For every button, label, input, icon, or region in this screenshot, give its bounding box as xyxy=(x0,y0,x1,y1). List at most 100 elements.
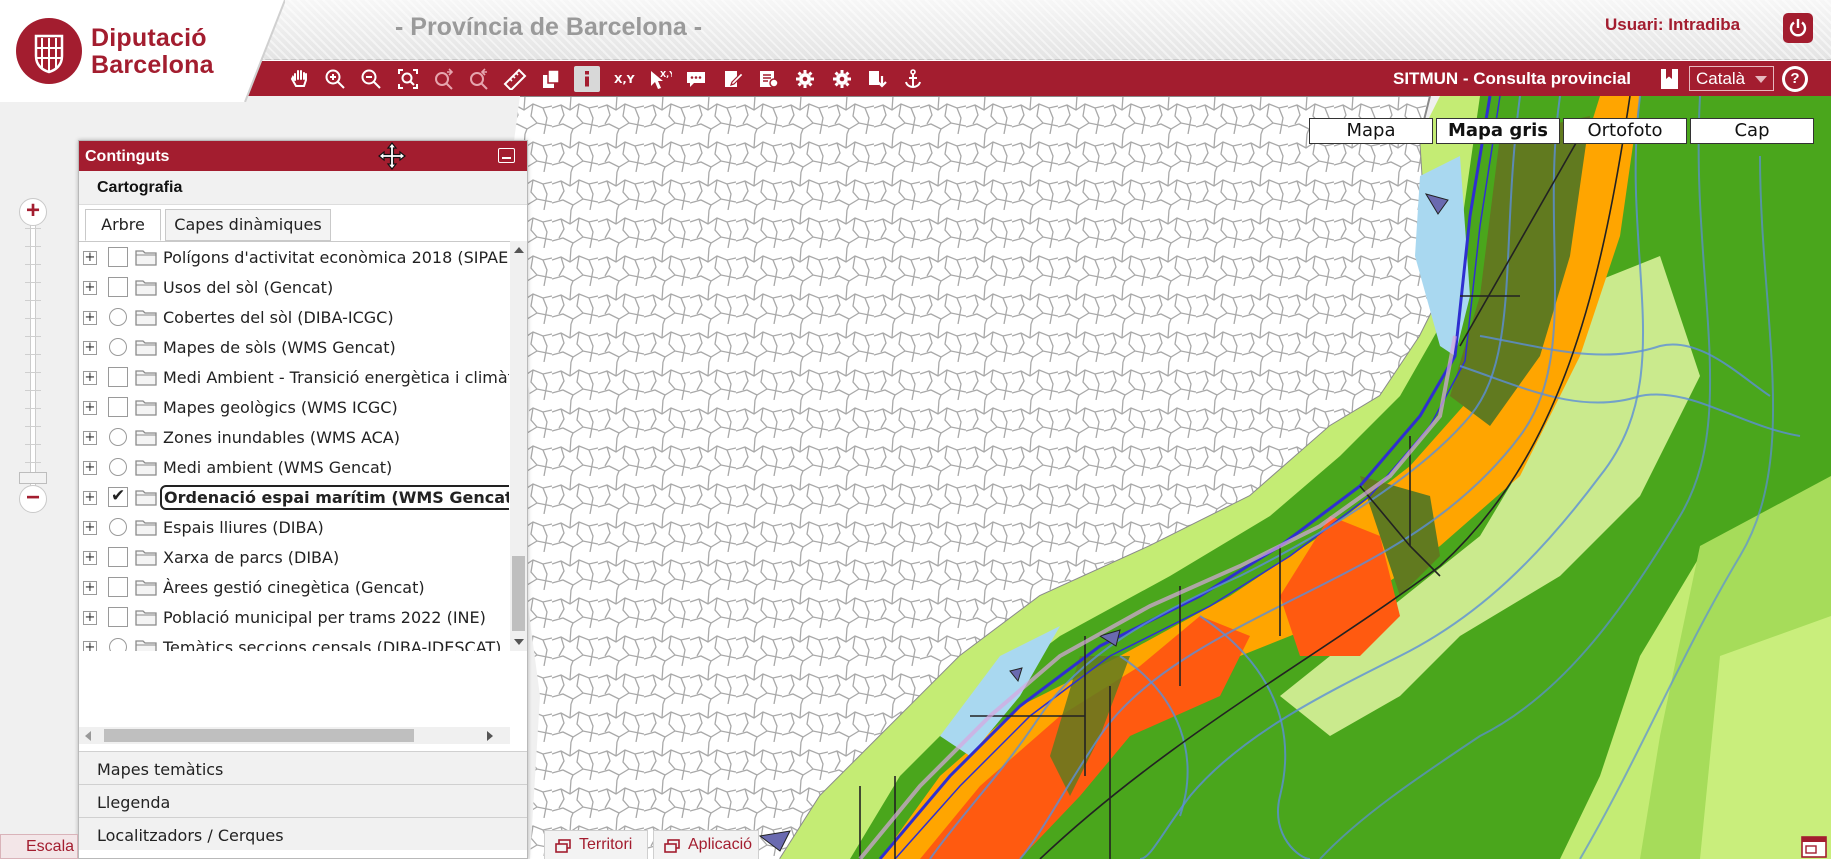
layer-checkbox[interactable] xyxy=(108,247,128,267)
zoom-slider[interactable]: + − xyxy=(19,198,47,513)
zoom-minus-button[interactable]: − xyxy=(19,485,47,513)
measure-button[interactable] xyxy=(502,66,528,92)
layer-radio[interactable] xyxy=(109,518,127,536)
zoom-track[interactable] xyxy=(30,212,36,502)
expand-icon[interactable]: + xyxy=(83,491,97,505)
expand-icon[interactable]: + xyxy=(83,521,97,535)
select-coordinates-button[interactable]: X,Y xyxy=(647,66,673,92)
language-select[interactable]: Català xyxy=(1689,66,1774,91)
tree-row[interactable]: + Espais lliures (DIBA) xyxy=(79,512,509,542)
zoom-out-button[interactable] xyxy=(358,66,384,92)
layer-label[interactable]: Medi Ambient - Transició energètica i cl… xyxy=(163,368,509,387)
move-icon[interactable] xyxy=(377,141,407,171)
settings-button[interactable] xyxy=(829,66,855,92)
layer-checkbox[interactable] xyxy=(108,397,128,417)
layer-label[interactable]: Temàtics seccions censals (DIBA-IDESCAT) xyxy=(163,638,501,651)
tree-row[interactable]: + Mapes de sòls (WMS Gencat) xyxy=(79,332,509,362)
expand-icon[interactable]: + xyxy=(83,311,97,325)
horizontal-scrollbar[interactable] xyxy=(79,727,510,744)
basemap-ortofoto-button[interactable]: Ortofoto xyxy=(1563,118,1687,144)
expand-icon[interactable]: + xyxy=(83,431,97,445)
zoom-previous-button[interactable] xyxy=(431,66,457,92)
layer-radio[interactable] xyxy=(109,338,127,356)
zoom-extent-button[interactable] xyxy=(395,66,421,92)
layer-label[interactable]: Mapes geològics (WMS ICGC) xyxy=(163,398,398,417)
logout-button[interactable] xyxy=(1783,13,1813,43)
expand-icon[interactable]: + xyxy=(83,551,97,565)
bookmark-icon[interactable] xyxy=(1661,69,1678,89)
expand-icon[interactable]: + xyxy=(83,341,97,355)
layer-checkbox[interactable] xyxy=(108,577,128,597)
tree-row[interactable]: + Usos del sòl (Gencat) xyxy=(79,272,509,302)
zoom-next-button[interactable] xyxy=(466,66,492,92)
anchor-button[interactable] xyxy=(900,66,926,92)
coordinates-button[interactable]: X,Y xyxy=(611,66,637,92)
layer-label[interactable]: Espais lliures (DIBA) xyxy=(163,518,324,537)
expand-icon[interactable]: + xyxy=(83,461,97,475)
tree-row[interactable]: + Medi ambient (WMS Gencat) xyxy=(79,452,509,482)
expand-icon[interactable]: + xyxy=(83,251,97,265)
expand-icon[interactable]: + xyxy=(83,281,97,295)
zoom-plus-button[interactable]: + xyxy=(19,198,47,226)
download-button[interactable] xyxy=(864,66,890,92)
tree-row[interactable]: + Cobertes del sòl (DIBA-ICGC) xyxy=(79,302,509,332)
aplicacio-tab[interactable]: Aplicació xyxy=(653,830,759,859)
layer-label[interactable]: Polígons d'activitat econòmica 2018 (SIP… xyxy=(163,248,509,267)
layer-radio[interactable] xyxy=(109,638,127,651)
expand-icon[interactable]: + xyxy=(83,581,97,595)
scale-tab[interactable]: Escala xyxy=(0,834,78,859)
tree-row[interactable]: + Mapes geològics (WMS ICGC) xyxy=(79,392,509,422)
gear-button[interactable] xyxy=(792,66,818,92)
layer-checkbox[interactable] xyxy=(108,547,128,567)
layer-checkbox[interactable] xyxy=(108,277,128,297)
accordion-localitzadors[interactable]: Localitzadors / Cerques xyxy=(79,817,527,850)
layer-label[interactable]: Àrees gestió cinegètica (Gencat) xyxy=(163,578,425,597)
tree-row[interactable]: + Ordenació espai marítim (WMS Gencat) xyxy=(79,482,509,512)
tree-row[interactable]: + Zones inundables (WMS ACA) xyxy=(79,422,509,452)
layer-label[interactable]: Xarxa de parcs (DIBA) xyxy=(163,548,339,567)
layer-checkbox[interactable] xyxy=(108,486,128,507)
zoom-handle[interactable] xyxy=(19,472,47,484)
accordion-llegenda[interactable]: Llegenda xyxy=(79,784,527,817)
layer-label[interactable]: Zones inundables (WMS ACA) xyxy=(163,428,400,447)
basemap-mapa-button[interactable]: Mapa xyxy=(1309,118,1433,144)
section-cartografia[interactable]: Cartografia xyxy=(79,171,527,205)
tab-capes-dinamiques[interactable]: Capes dinàmiques xyxy=(165,209,331,241)
layer-label[interactable]: Medi ambient (WMS Gencat) xyxy=(163,458,392,477)
layer-radio[interactable] xyxy=(109,308,127,326)
zoom-in-button[interactable] xyxy=(322,66,348,92)
horizontal-scroll-thumb[interactable] xyxy=(104,729,414,742)
report-button[interactable] xyxy=(756,66,782,92)
logo[interactable]: Diputació Barcelona xyxy=(0,0,285,102)
panel-header[interactable]: Continguts xyxy=(79,141,527,171)
layer-radio[interactable] xyxy=(109,458,127,476)
tree-row[interactable]: + Medi Ambient - Transició energètica i c… xyxy=(79,362,509,392)
tab-arbre[interactable]: Arbre xyxy=(85,209,161,241)
scroll-right-icon[interactable] xyxy=(487,731,493,741)
expand-icon[interactable]: + xyxy=(83,611,97,625)
pan-tool-button[interactable] xyxy=(287,66,313,92)
vertical-scrollbar[interactable] xyxy=(510,241,527,651)
layer-label[interactable]: Població municipal per trams 2022 (INE) xyxy=(163,608,486,627)
layer-label[interactable]: Cobertes del sòl (DIBA-ICGC) xyxy=(163,308,394,327)
copy-button[interactable] xyxy=(538,66,564,92)
help-button[interactable]: ? xyxy=(1782,66,1808,92)
scroll-down-icon[interactable] xyxy=(514,639,524,645)
layer-label[interactable]: Usos del sòl (Gencat) xyxy=(163,278,333,297)
minimize-button[interactable] xyxy=(498,148,515,163)
edit-button[interactable] xyxy=(720,66,746,92)
tree-row[interactable]: + Població municipal per trams 2022 (INE) xyxy=(79,602,509,632)
tree-row[interactable]: + Polígons d'activitat econòmica 2018 (SI… xyxy=(79,242,509,272)
tree-row[interactable]: + Temàtics seccions censals (DIBA-IDESCAT… xyxy=(79,632,509,651)
comment-button[interactable] xyxy=(683,66,709,92)
expand-icon[interactable]: + xyxy=(83,401,97,415)
layer-radio[interactable] xyxy=(109,428,127,446)
expand-icon[interactable]: + xyxy=(83,641,97,651)
layer-label[interactable]: Ordenació espai marítim (WMS Gencat) xyxy=(159,485,509,510)
layer-checkbox[interactable] xyxy=(108,367,128,387)
scroll-left-icon[interactable] xyxy=(85,731,91,741)
accordion-mapes-tematics[interactable]: Mapes temàtics xyxy=(79,751,527,784)
territori-tab[interactable]: Territori xyxy=(544,830,648,859)
overview-window-icon[interactable] xyxy=(1801,836,1827,858)
basemap-cap-button[interactable]: Cap xyxy=(1690,118,1814,144)
